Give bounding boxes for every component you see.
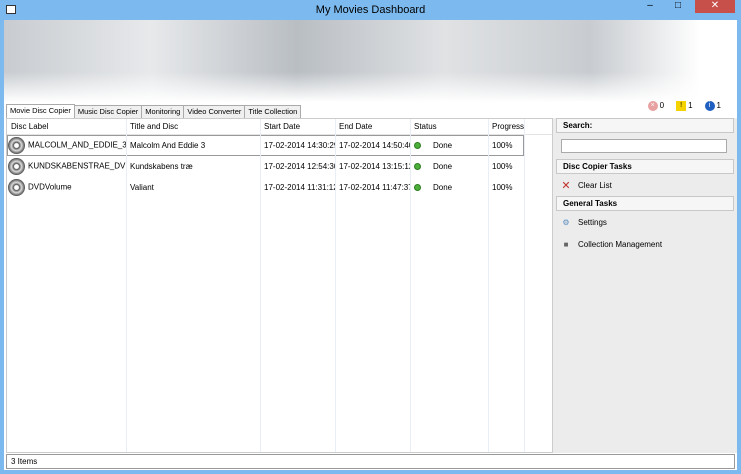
close-button[interactable]: ✕ bbox=[695, 0, 735, 13]
cell-progress: 100% bbox=[492, 162, 513, 171]
cell-end: 17-02-2014 11:47:37 bbox=[339, 183, 410, 192]
settings-icon: ⚙ bbox=[562, 217, 570, 227]
cell-end: 17-02-2014 14:50:40 bbox=[339, 141, 410, 150]
error-icon: × bbox=[647, 101, 658, 111]
cell-title: Valiant bbox=[130, 183, 154, 192]
status-done-icon bbox=[414, 184, 421, 192]
item-count: 3 Items bbox=[11, 457, 38, 466]
title-bar: My Movies Dashboard – □ ✕ bbox=[0, 0, 741, 20]
column-disc-label[interactable]: Disc Label bbox=[7, 122, 126, 131]
tab-strip: Movie Disc Copier Music Disc Copier Moni… bbox=[6, 104, 302, 118]
column-progress[interactable]: Progress bbox=[488, 122, 524, 131]
column-end-date[interactable]: End Date bbox=[335, 122, 410, 131]
table-row[interactable]: KUNDSKABENSTRAE_DVD Kundskabens træ 17-0… bbox=[7, 156, 552, 177]
cell-progress: 100% bbox=[492, 183, 513, 192]
column-status[interactable]: Status bbox=[410, 122, 488, 131]
cell-start: 17-02-2014 14:30:29 bbox=[264, 141, 335, 150]
column-title-and-disc[interactable]: Title and Disc bbox=[126, 122, 260, 131]
info-icon: i bbox=[704, 101, 715, 111]
tab-title-collection[interactable]: Title Collection bbox=[244, 105, 302, 118]
alert-counters: × 0 ! 1 i1 bbox=[647, 101, 721, 111]
grid-header: Disc Label Title and Disc Start Date End… bbox=[7, 119, 552, 135]
table-row[interactable]: DVDVolume Valiant 17-02-2014 11:31:12 17… bbox=[7, 177, 552, 198]
cell-progress: 100% bbox=[492, 141, 513, 150]
tab-video-converter[interactable]: Video Converter bbox=[183, 105, 246, 118]
info-counter[interactable]: i1 bbox=[704, 101, 721, 111]
disc-icon bbox=[8, 158, 25, 175]
search-input[interactable] bbox=[561, 139, 727, 153]
warning-counter[interactable]: ! 1 bbox=[676, 101, 693, 111]
settings-button[interactable]: ⚙ Settings bbox=[553, 211, 737, 233]
minimize-button[interactable]: – bbox=[637, 0, 663, 13]
disc-icon bbox=[8, 137, 25, 154]
general-tasks-header: General Tasks bbox=[556, 196, 734, 211]
client-area: Movie Disc Copier Music Disc Copier Moni… bbox=[4, 20, 737, 470]
cell-title: Malcolm And Eddie 3 bbox=[130, 141, 206, 150]
disc-list[interactable]: Disc Label Title and Disc Start Date End… bbox=[6, 118, 553, 453]
tab-music-disc-copier[interactable]: Music Disc Copier bbox=[73, 105, 143, 118]
task-sidebar: Search: Disc Copier Tasks ✕ Clear List Ge… bbox=[553, 118, 737, 453]
collection-icon: ■ bbox=[563, 239, 569, 249]
cell-end: 17-02-2014 13:15:12 bbox=[339, 162, 410, 171]
search-header: Search: bbox=[556, 118, 734, 133]
cell-start: 17-02-2014 12:54:30 bbox=[264, 162, 335, 171]
status-done-icon bbox=[414, 142, 421, 150]
disc-icon bbox=[8, 179, 25, 196]
clear-list-button[interactable]: ✕ Clear List bbox=[553, 174, 737, 196]
x-icon: ✕ bbox=[561, 179, 571, 192]
maximize-button[interactable]: □ bbox=[665, 0, 691, 13]
table-row[interactable]: MALCOLM_AND_EDDIE_3 Malcolm And Eddie 3 … bbox=[7, 135, 524, 156]
disc-copier-tasks-header: Disc Copier Tasks bbox=[556, 159, 734, 174]
error-counter[interactable]: × 0 bbox=[647, 101, 664, 111]
column-start-date[interactable]: Start Date bbox=[260, 122, 335, 131]
tab-movie-disc-copier[interactable]: Movie Disc Copier bbox=[6, 104, 75, 118]
banner-image bbox=[4, 20, 737, 102]
warning-icon: ! bbox=[676, 101, 687, 111]
collection-management-button[interactable]: ■ Collection Management bbox=[553, 233, 737, 255]
cell-start: 17-02-2014 11:31:12 bbox=[264, 183, 335, 192]
status-bar: 3 Items bbox=[6, 454, 735, 469]
tab-monitoring[interactable]: Monitoring bbox=[141, 105, 185, 118]
status-done-icon bbox=[414, 163, 421, 171]
cell-title: Kundskabens træ bbox=[130, 162, 193, 171]
window-title: My Movies Dashboard bbox=[315, 4, 426, 16]
